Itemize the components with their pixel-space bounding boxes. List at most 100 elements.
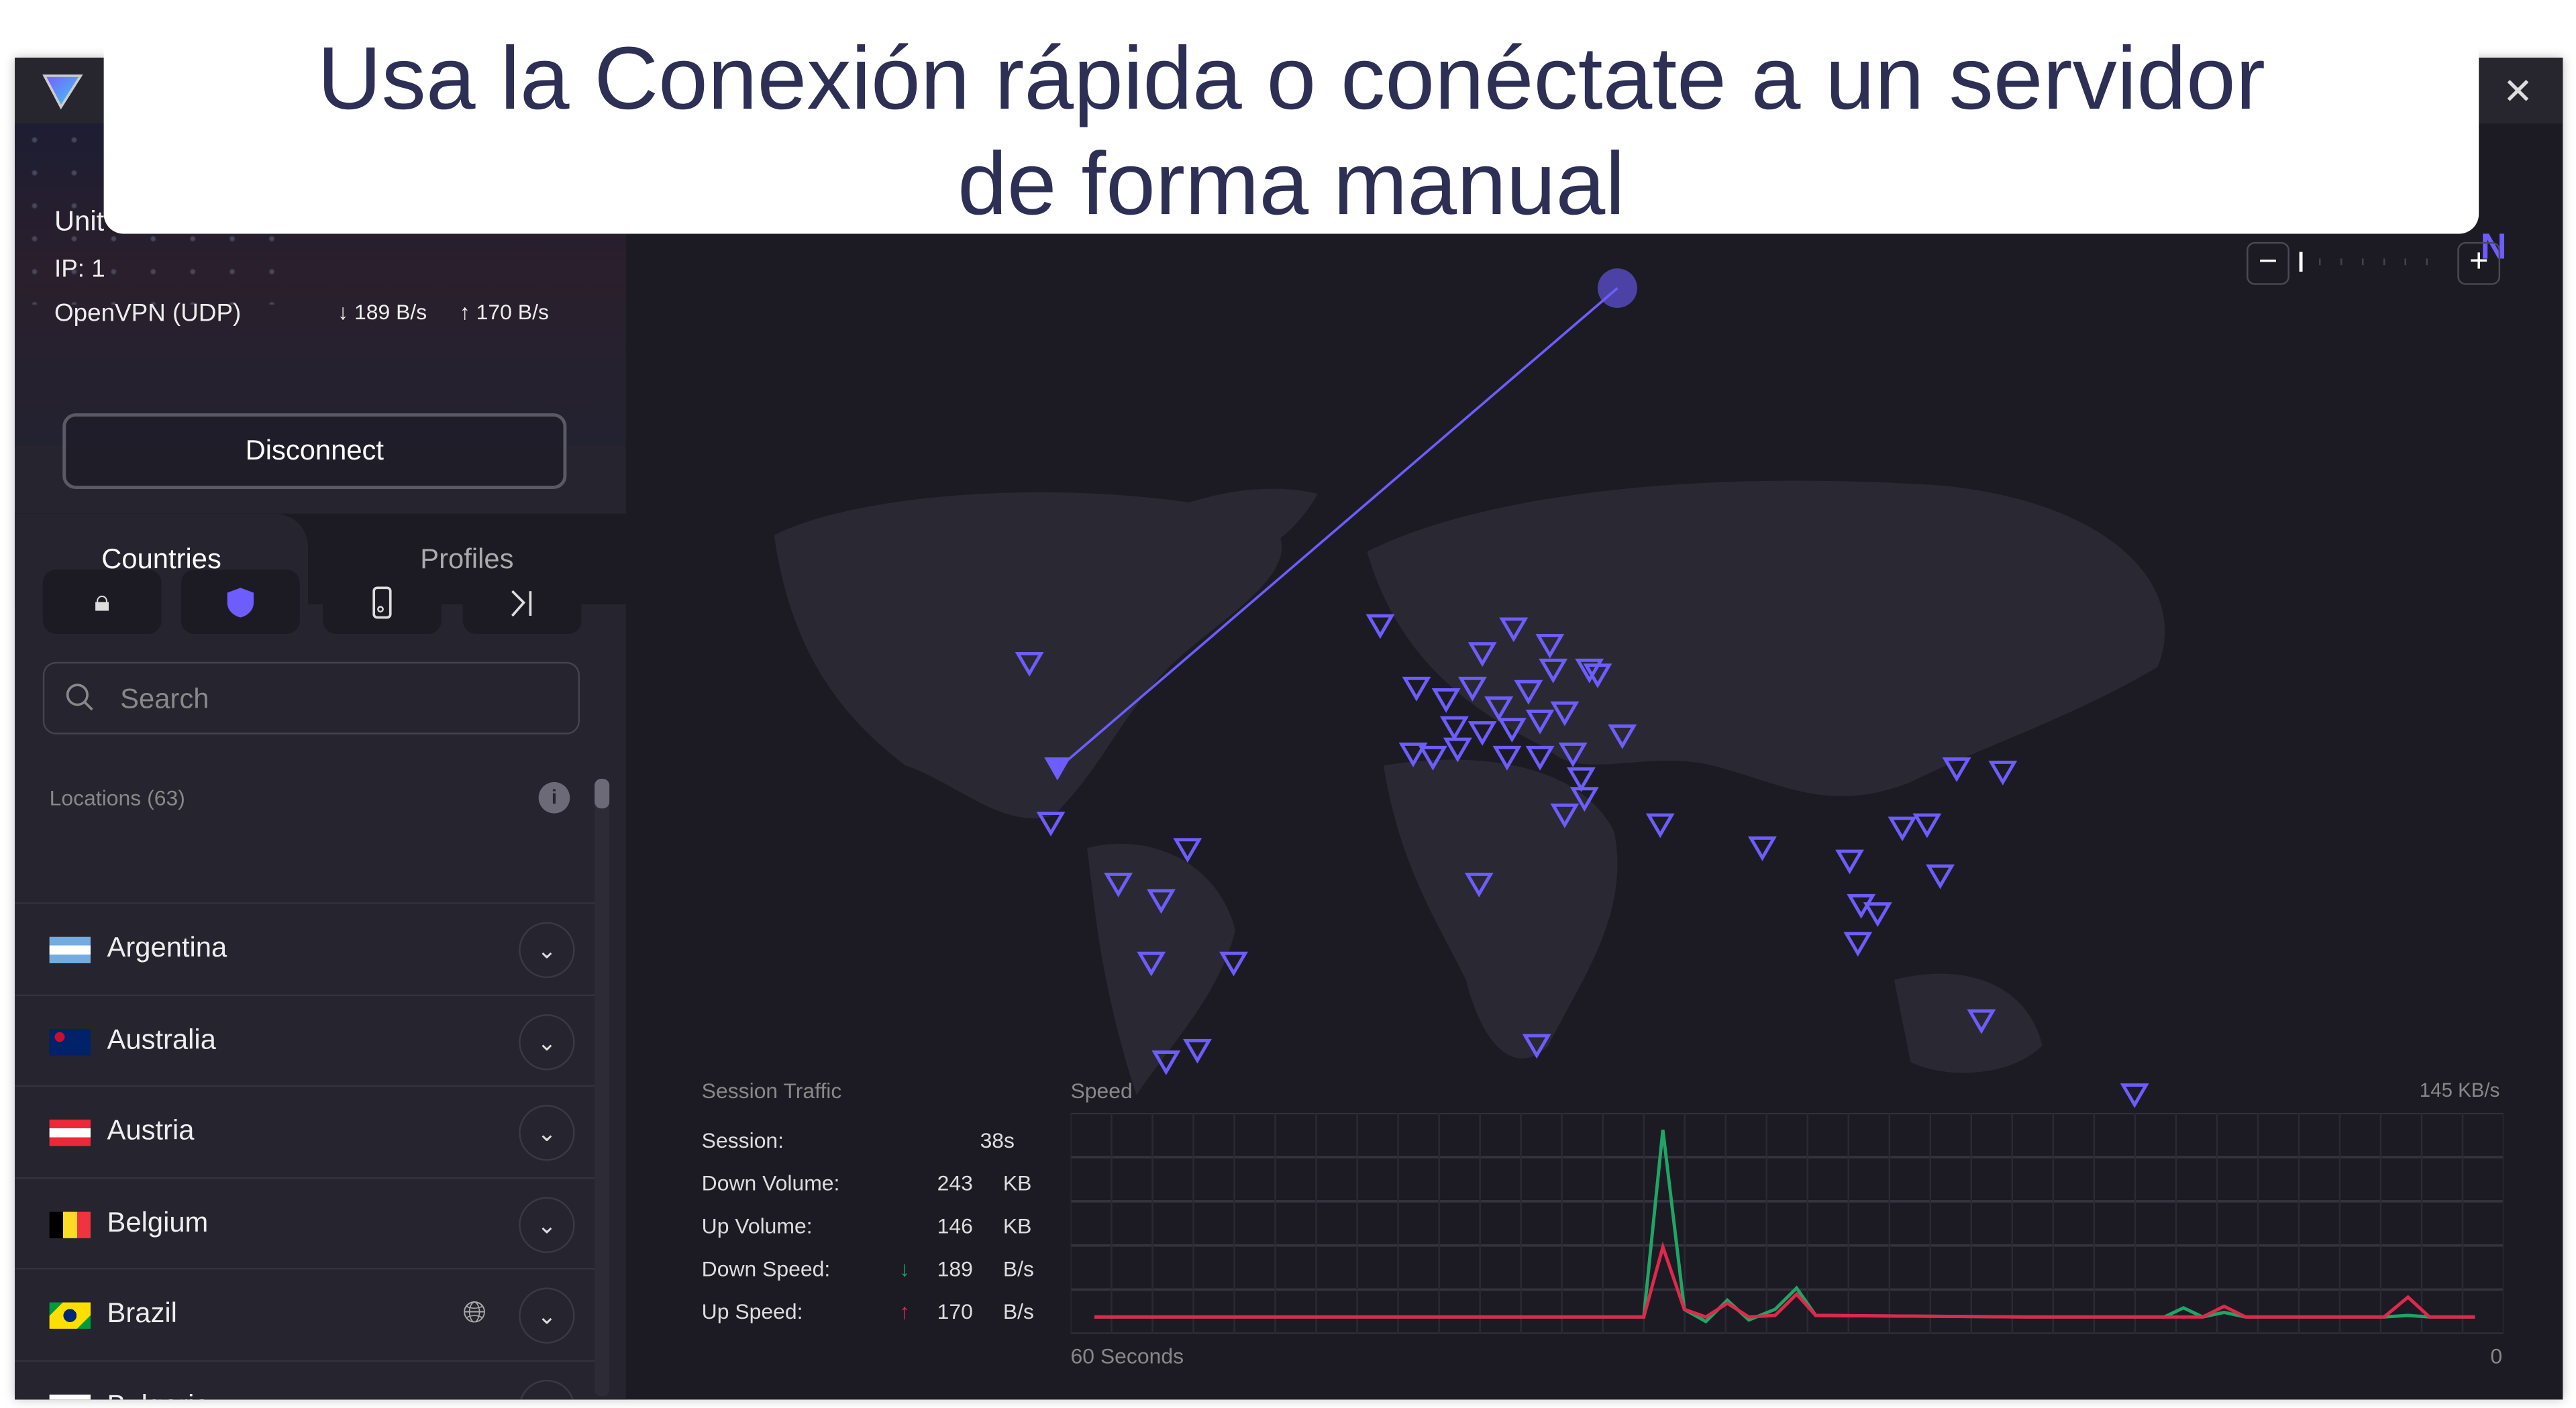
scrollbar-thumb[interactable] — [595, 779, 610, 809]
chevron-down-icon[interactable]: ⌄ — [519, 1196, 575, 1252]
flag-austria-icon — [49, 1120, 91, 1146]
country-row-australia[interactable]: Australia ⌄ — [15, 993, 595, 1085]
stat-unit: B/s — [1002, 1299, 1034, 1324]
stat-unit: B/s — [1002, 1256, 1034, 1281]
country-name: Austria — [107, 1114, 195, 1146]
server-pin[interactable] — [1835, 849, 1864, 875]
chevron-down-icon[interactable]: ⌄ — [519, 1013, 575, 1070]
server-pin[interactable] — [1525, 745, 1555, 771]
chevron-down-icon[interactable]: ⌄ — [519, 922, 575, 979]
server-pin[interactable] — [1888, 816, 1917, 842]
connected-country: Unit — [54, 205, 105, 237]
disconnect-button[interactable]: Disconnect — [62, 413, 567, 490]
server-pin[interactable] — [1036, 812, 1066, 836]
info-icon[interactable]: i — [538, 781, 570, 814]
search-input[interactable] — [117, 676, 552, 723]
down-rate: ↓ 189 B/s — [338, 299, 427, 325]
down-speed-line — [1094, 1129, 2475, 1324]
country-name: Bulgaria — [107, 1389, 210, 1399]
stat-label: Down Volume: — [701, 1171, 840, 1196]
chart-x-left-label: 60 Seconds — [1070, 1343, 1184, 1368]
server-pin[interactable] — [1566, 767, 1596, 792]
country-row-argentina[interactable]: Argentina ⌄ — [15, 902, 595, 994]
country-name: Argentina — [107, 932, 227, 963]
flag-bulgaria-icon — [49, 1393, 91, 1400]
secure-core-filter-button[interactable]: 🔒︎ — [42, 570, 162, 635]
search-icon — [66, 684, 93, 711]
vpn-app-window: ✕ Unit IP: 1 OpenVPN (UDP) ↓ 189 B/s ↑ 1… — [15, 57, 2563, 1400]
server-pin[interactable] — [1912, 813, 1942, 838]
server-pin[interactable] — [1439, 716, 1469, 741]
switch-icon — [372, 586, 392, 618]
server-pin[interactable] — [1173, 838, 1202, 863]
netshield-filter-button[interactable] — [181, 570, 300, 635]
caption-line-1: Usa la Conexión rápida o conéctate a un … — [317, 30, 2265, 129]
server-pin[interactable] — [1402, 676, 1431, 702]
speed-chart — [1070, 1113, 2504, 1334]
flag-argentina-icon — [49, 936, 91, 963]
stat-unit: KB — [1002, 1213, 1032, 1238]
kill-switch-filter-button[interactable] — [323, 570, 442, 635]
flag-australia-icon — [49, 1028, 91, 1055]
chevron-down-icon[interactable]: ⌄ — [519, 1378, 575, 1400]
zoom-out-button[interactable]: − — [2247, 241, 2289, 285]
server-pin[interactable] — [1988, 761, 2018, 786]
server-pin[interactable] — [1863, 902, 1892, 927]
server-pin[interactable] — [1467, 721, 1497, 746]
arrow-up-icon: ↑ — [459, 299, 476, 325]
chart-x-right-label: 0 — [2490, 1343, 2503, 1368]
zoom-slider-handle[interactable] — [2299, 252, 2303, 272]
shield-icon — [227, 587, 254, 617]
chart-ymax-label: 145 KB/s — [2419, 1078, 2500, 1102]
country-name: Brazil — [107, 1297, 177, 1329]
stat-unit: KB — [1002, 1171, 1032, 1196]
up-speed-line — [1094, 1241, 2475, 1319]
split-tunnel-filter-button[interactable] — [462, 570, 582, 635]
stat-label: Up Volume: — [701, 1213, 813, 1238]
close-icon[interactable]: ✕ — [2503, 71, 2533, 114]
caption-line-2: de forma manual — [958, 135, 1625, 234]
locations-count: Locations (63) — [49, 785, 185, 810]
country-row-belgium[interactable]: Belgium ⌄ — [15, 1176, 595, 1268]
session-traffic-title: Session Traffic — [701, 1078, 842, 1103]
stat-label: Session: — [701, 1128, 784, 1153]
country-row-bulgaria[interactable]: Bulgaria ⌄ — [15, 1359, 595, 1400]
arrow-down-icon: ↓ — [899, 1256, 911, 1281]
globe-icon: 🌐︎ — [462, 1295, 487, 1329]
zoom-in-button[interactable]: + — [2457, 241, 2501, 285]
server-pin[interactable] — [1366, 614, 1395, 639]
server-pin[interactable] — [1431, 688, 1461, 713]
arrow-down-icon: ↓ — [338, 299, 355, 325]
server-pin[interactable] — [2120, 1083, 2149, 1108]
stat-label: Down Speed: — [701, 1256, 831, 1281]
up-rate: ↑ 170 B/s — [459, 299, 549, 325]
sidebar: Unit IP: 1 OpenVPN (UDP) ↓ 189 B/s ↑ 170… — [15, 123, 626, 1400]
server-pin[interactable] — [1645, 813, 1675, 838]
quick-connect-node[interactable] — [1597, 268, 1637, 309]
list-scrollbar[interactable] — [595, 779, 610, 1397]
caption-banner: Usa la Conexión rápida o conéctate a un … — [103, 23, 2479, 234]
ip-address: IP: 1 — [54, 255, 105, 284]
country-name: Belgium — [107, 1205, 209, 1238]
app-logo-icon — [42, 74, 83, 110]
lock-icon: 🔒︎ — [94, 584, 110, 618]
chevron-down-icon[interactable]: ⌄ — [519, 1105, 575, 1161]
server-pin[interactable] — [1942, 757, 1971, 782]
server-pin[interactable] — [1747, 836, 1777, 861]
server-pin[interactable] — [1843, 932, 1873, 957]
search-box — [42, 661, 580, 735]
country-row-austria[interactable]: Austria ⌄ — [15, 1085, 595, 1177]
flag-belgium-icon — [49, 1211, 91, 1238]
protocol: OpenVPN (UDP) — [54, 299, 242, 328]
server-pin[interactable] — [1183, 1038, 1212, 1064]
server-pin[interactable] — [1443, 737, 1472, 763]
country-row-brazil[interactable]: Brazil 🌐︎ ⌄ — [15, 1268, 595, 1360]
country-name: Australia — [107, 1023, 216, 1055]
stat-label: Up Speed: — [701, 1299, 803, 1324]
split-tunnel-icon — [511, 589, 532, 616]
chevron-down-icon[interactable]: ⌄ — [519, 1287, 575, 1344]
zoom-slider-track[interactable] — [2319, 258, 2448, 266]
flag-brazil-icon — [49, 1302, 91, 1329]
server-pin[interactable] — [1219, 951, 1248, 977]
server-pin[interactable] — [1926, 864, 1955, 889]
